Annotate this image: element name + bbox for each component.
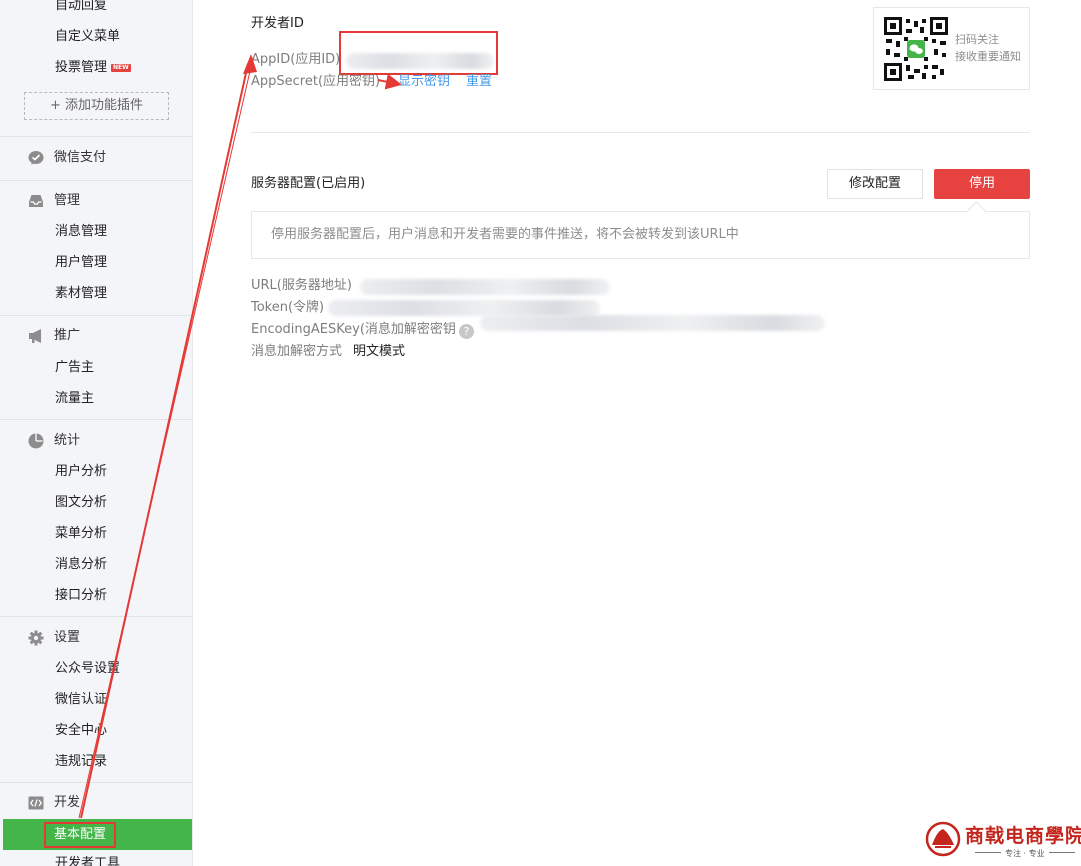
sidebar-item-auto-reply[interactable]: 自动回复	[55, 0, 107, 15]
sidebar-item-wechat-verify[interactable]: 微信认证	[55, 691, 107, 709]
sidebar-item-basic-config[interactable]: 基本配置	[44, 822, 117, 848]
brand-name: 商戟电商學院	[965, 825, 1081, 847]
section-divider	[251, 132, 1030, 133]
qr-text-line2: 接收重要通知	[955, 50, 1021, 63]
sidebar-item-account-settings[interactable]: 公众号设置	[55, 660, 120, 678]
megaphone-icon	[28, 328, 44, 344]
qr-follow-card: 扫码关注 接收重要通知	[873, 7, 1030, 90]
server-config-title: 服务器配置(已启用)	[251, 176, 366, 191]
sidebar-item-label: 自动回复	[55, 0, 108, 13]
sidebar-item-message-analysis[interactable]: 消息分析	[55, 556, 107, 574]
modify-config-button[interactable]: 修改配置	[827, 169, 923, 199]
sidebar-head-label: 微信支付	[54, 150, 107, 165]
encryption-mode-value: 明文模式	[353, 344, 406, 359]
qr-code-icon	[884, 17, 948, 81]
sidebar-item-security-center[interactable]: 安全中心	[55, 722, 107, 740]
sidebar-divider	[0, 616, 192, 617]
brand-watermark: 商戟电商學院 专注 · 专业	[925, 819, 1081, 863]
sidebar-item-api-analysis[interactable]: 接口分析	[55, 587, 107, 605]
disable-notice: 停用服务器配置后，用户消息和开发者需要的事件推送，将不会被转发到该URL中	[251, 211, 1030, 259]
inbox-icon	[28, 193, 44, 209]
sidebar-item-user-analysis[interactable]: 用户分析	[55, 463, 107, 481]
sidebar-divider	[0, 180, 192, 181]
token-label: Token(令牌)	[251, 300, 325, 315]
sidebar-group-manage: 管理	[28, 192, 80, 210]
encryption-mode-label: 消息加解密方式	[251, 344, 343, 359]
appid-label: AppID(应用ID)	[251, 52, 341, 67]
sidebar-item-vote-management[interactable]: 投票管理 NEW	[55, 59, 131, 77]
sidebar-item-violation-records[interactable]: 违规记录	[55, 753, 107, 771]
code-icon	[28, 795, 44, 811]
sidebar-item-label: 微信认证	[55, 692, 108, 707]
sidebar: 自动回复 自定义菜单 投票管理 NEW + 添加功能插件 微信支付 管理 消息管理…	[0, 0, 193, 866]
sidebar-item-developer-tools[interactable]: 开发者工具	[55, 855, 120, 866]
sidebar-head-label: 设置	[54, 630, 81, 645]
show-secret-link[interactable]: 显示密钥	[398, 73, 450, 91]
sidebar-head-label: 管理	[54, 193, 81, 208]
sidebar-item-label: 流量主	[55, 391, 95, 406]
aes-key-value-redacted	[480, 315, 825, 331]
sidebar-item-label: 图文分析	[55, 495, 108, 510]
aes-key-label-text: EncodingAESKey(消息加解密密钥	[251, 322, 456, 337]
brand-logo-icon	[925, 821, 961, 857]
check-chat-icon	[28, 150, 44, 166]
sidebar-item-label: 菜单分析	[55, 526, 108, 541]
appid-highlight-box	[339, 31, 498, 75]
sidebar-item-menu-analysis[interactable]: 菜单分析	[55, 525, 107, 543]
sidebar-item-advertiser[interactable]: 广告主	[55, 359, 94, 377]
pie-chart-icon	[28, 433, 44, 449]
sidebar-item-user-manage[interactable]: 用户管理	[55, 254, 107, 272]
sidebar-item-label: 公众号设置	[55, 661, 121, 676]
url-value-redacted	[360, 279, 610, 295]
annotation-arrow-short	[377, 73, 402, 90]
qr-text-line1: 扫码关注	[955, 33, 999, 46]
sidebar-divider	[0, 315, 192, 316]
sidebar-divider	[0, 782, 192, 783]
sidebar-item-label: 投票管理	[55, 60, 108, 75]
sidebar-item-wechat-pay[interactable]: 微信支付	[28, 149, 106, 167]
sidebar-item-message-manage[interactable]: 消息管理	[55, 223, 107, 241]
sidebar-divider	[0, 419, 192, 420]
sidebar-item-material-manage[interactable]: 素材管理	[55, 285, 107, 303]
appsecret-label: AppSecret(应用密钥)	[251, 74, 381, 89]
add-plugin-button[interactable]: + 添加功能插件	[24, 92, 169, 120]
sidebar-head-label: 开发	[54, 795, 81, 810]
sidebar-head-label: 推广	[54, 328, 81, 343]
sidebar-item-publisher[interactable]: 流量主	[55, 390, 94, 408]
brand-slogan: 专注 · 专业	[971, 848, 1079, 859]
new-badge: NEW	[111, 64, 131, 72]
sidebar-group-develop: 开发	[28, 794, 80, 812]
sidebar-item-label: 用户分析	[55, 464, 108, 479]
sidebar-item-label: 消息管理	[55, 224, 108, 239]
token-value-redacted	[328, 300, 600, 316]
reset-secret-link[interactable]: 重置	[466, 73, 492, 91]
help-icon[interactable]: ?	[458, 324, 474, 339]
sidebar-item-custom-menu[interactable]: 自定义菜单	[55, 28, 120, 46]
sidebar-item-label: 消息分析	[55, 557, 108, 572]
sidebar-group-settings: 设置	[28, 629, 80, 647]
sidebar-item-label: 自定义菜单	[55, 29, 121, 44]
url-label: URL(服务器地址)	[251, 278, 352, 293]
sidebar-item-label: 开发者工具	[55, 856, 121, 866]
sidebar-group-promotion: 推广	[28, 327, 80, 345]
sidebar-divider	[0, 136, 192, 137]
sidebar-item-label: 素材管理	[55, 286, 108, 301]
sidebar-item-label: 用户管理	[55, 255, 108, 270]
disable-config-button[interactable]: 停用	[934, 169, 1030, 199]
sidebar-item-label: 违规记录	[55, 754, 108, 769]
sidebar-item-label: 安全中心	[55, 723, 108, 738]
aes-key-label: EncodingAESKey(消息加解密密钥?	[251, 321, 474, 339]
sidebar-item-article-analysis[interactable]: 图文分析	[55, 494, 107, 512]
sidebar-item-label: 接口分析	[55, 588, 108, 603]
developer-id-title: 开发者ID	[251, 16, 304, 31]
sidebar-item-label: 广告主	[55, 360, 95, 375]
gear-icon	[28, 630, 44, 646]
sidebar-group-statistics: 统计	[28, 432, 80, 450]
sidebar-head-label: 统计	[54, 433, 81, 448]
